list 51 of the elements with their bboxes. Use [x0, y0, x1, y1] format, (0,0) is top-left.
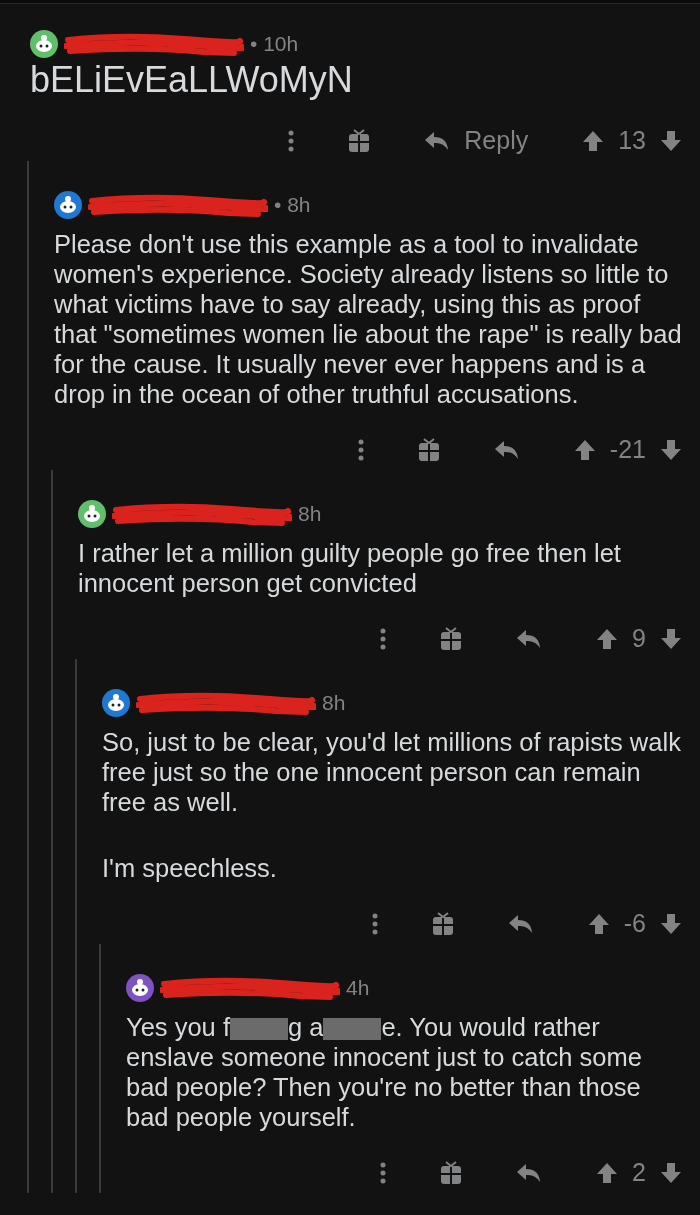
vote-score: -21 — [609, 434, 646, 466]
reply-button[interactable] — [516, 1163, 543, 1183]
gift-icon[interactable] — [440, 1161, 463, 1185]
upvote-icon[interactable] — [596, 628, 619, 650]
more-icon[interactable] — [357, 439, 364, 461]
avatar-icon[interactable] — [54, 191, 82, 219]
reply-icon — [507, 914, 534, 934]
gift-icon[interactable] — [348, 129, 371, 153]
comment-time: 4h — [346, 975, 370, 1002]
downvote-icon[interactable] — [660, 439, 682, 461]
reply-icon — [516, 1163, 543, 1183]
reply-icon — [493, 440, 520, 460]
more-icon[interactable] — [380, 1162, 387, 1184]
downvote-icon[interactable] — [660, 913, 682, 935]
avatar-icon[interactable] — [78, 500, 106, 528]
gift-icon[interactable] — [417, 438, 440, 462]
comment-text: So, just to be clear, you'd let millions of rapists walk free just so the one innocent person can remain free as well. — [102, 727, 682, 817]
more-icon[interactable] — [380, 628, 387, 650]
avatar-icon[interactable] — [30, 30, 58, 58]
comment-time: 8h — [322, 690, 346, 717]
comment-time: • 10h — [250, 31, 299, 58]
vote-score: 13 — [618, 125, 646, 157]
comment-time: • 8h — [274, 192, 311, 219]
comment-text: I rather let a million guilty people go free then let innocent person get convicted — [78, 538, 622, 598]
avatar-icon[interactable] — [102, 689, 130, 717]
downvote-icon[interactable] — [660, 1162, 682, 1184]
vote-score: 2 — [632, 1157, 646, 1189]
reply-button[interactable] — [507, 914, 534, 934]
reply-button[interactable] — [516, 629, 543, 649]
upvote-icon[interactable] — [573, 439, 596, 461]
comment-time: 8h — [298, 501, 322, 528]
more-icon[interactable] — [288, 130, 295, 152]
comment-title: bELiEvEaLLWoMyN — [30, 60, 354, 100]
upvote-icon[interactable] — [596, 1162, 619, 1184]
comment-text: Please don't use this example as a tool to invalidate women's experience. Society already listens so little to what victims have to say already, using this as proof that "sometimes women lie about the rape" is really bad for the cause. It usually never ever happens and is a drop in the ocean of other truthful accusations. — [54, 229, 682, 409]
gift-icon[interactable] — [440, 627, 463, 651]
downvote-icon[interactable] — [660, 628, 682, 650]
reply-button[interactable]: Reply — [424, 122, 529, 160]
upvote-icon[interactable] — [582, 130, 605, 152]
gift-icon[interactable] — [431, 912, 454, 936]
vote-score: -6 — [623, 908, 646, 940]
reply-button[interactable] — [493, 440, 520, 460]
reply-icon — [424, 131, 451, 151]
upvote-icon[interactable] — [587, 913, 610, 935]
downvote-icon[interactable] — [660, 130, 682, 152]
more-icon[interactable] — [371, 913, 378, 935]
comment-text: Yes you f g a e. You would rather enslave someone innocent just to catch some bad people? Then you're no better than those bad people yourself. — [126, 1012, 643, 1132]
avatar-icon[interactable] — [126, 974, 154, 1002]
comment-text: I'm speechless. — [102, 853, 278, 883]
vote-score: 9 — [632, 623, 646, 655]
reply-icon — [516, 629, 543, 649]
